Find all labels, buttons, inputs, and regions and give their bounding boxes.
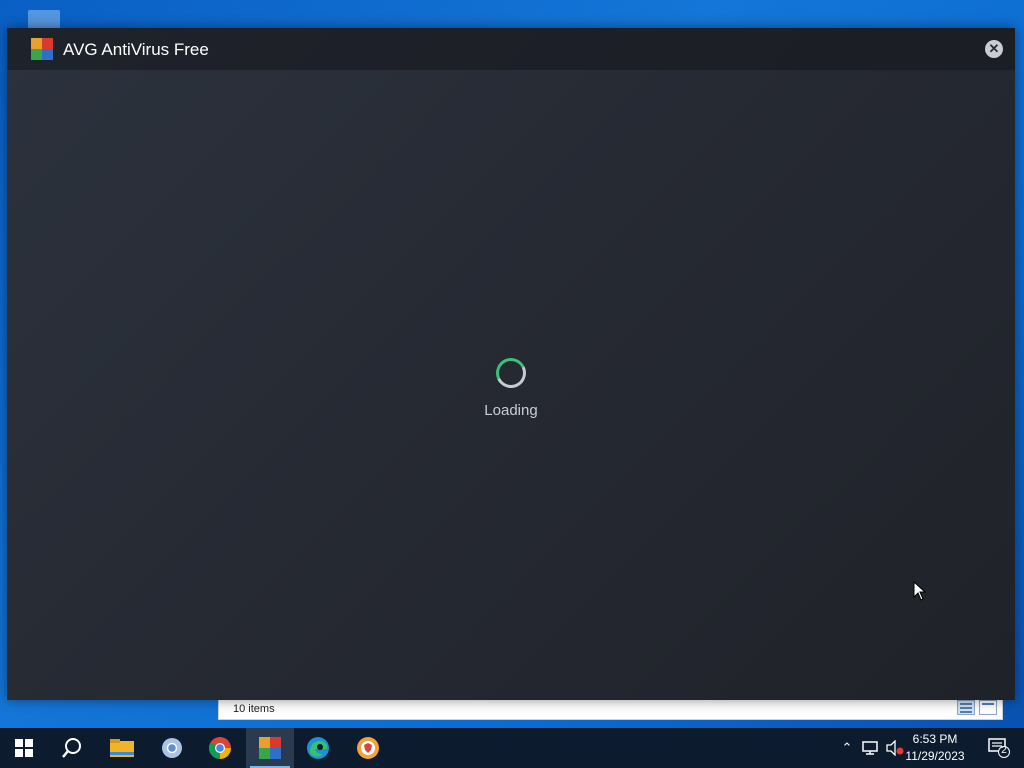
loading-spinner-icon <box>491 353 531 393</box>
show-hidden-icons-chevron-icon[interactable]: ⌃ <box>838 740 856 756</box>
avg-icon <box>259 737 281 759</box>
mouse-cursor-icon <box>913 581 927 601</box>
loading-text: Loading <box>484 402 538 419</box>
taskbar: ⌃ 6:53 PM 11/29/2023 2 <box>0 728 1024 768</box>
file-explorer-taskbar-button[interactable] <box>98 728 146 768</box>
notification-count-badge: 2 <box>1001 745 1007 756</box>
taskbar-clock[interactable]: 6:53 PM 11/29/2023 <box>900 731 970 765</box>
network-icon[interactable] <box>862 740 880 756</box>
action-center-button[interactable]: 2 <box>988 738 1010 758</box>
secure-browser-taskbar-button[interactable] <box>344 728 392 768</box>
edge-icon <box>307 737 329 759</box>
large-icons-view-button[interactable] <box>979 700 997 715</box>
details-view-button[interactable] <box>957 700 975 715</box>
titlebar: AVG AntiVirus Free ✕ <box>7 28 1015 70</box>
chrome-taskbar-button[interactable] <box>196 728 244 768</box>
avg-window: AVG AntiVirus Free ✕ Loading <box>7 28 1015 700</box>
chrome-icon <box>209 737 231 759</box>
clock-time: 6:53 PM <box>912 732 958 746</box>
avg-logo-icon <box>31 38 53 60</box>
chromium-taskbar-button[interactable] <box>148 728 196 768</box>
chromium-icon <box>162 738 182 758</box>
avg-taskbar-button[interactable] <box>246 728 294 768</box>
search-button[interactable] <box>48 728 96 768</box>
start-button[interactable] <box>0 728 48 768</box>
window-title: AVG AntiVirus Free <box>63 40 209 59</box>
secure-browser-icon <box>357 737 379 759</box>
edge-taskbar-button[interactable] <box>294 728 342 768</box>
search-icon <box>62 738 81 758</box>
clock-date: 11/29/2023 <box>905 749 965 763</box>
close-button[interactable]: ✕ <box>985 40 1003 58</box>
folder-icon <box>110 739 134 757</box>
windows-logo-icon <box>15 739 33 757</box>
explorer-status-text: 10 items <box>233 703 275 715</box>
system-tray: ⌃ <box>838 728 904 768</box>
